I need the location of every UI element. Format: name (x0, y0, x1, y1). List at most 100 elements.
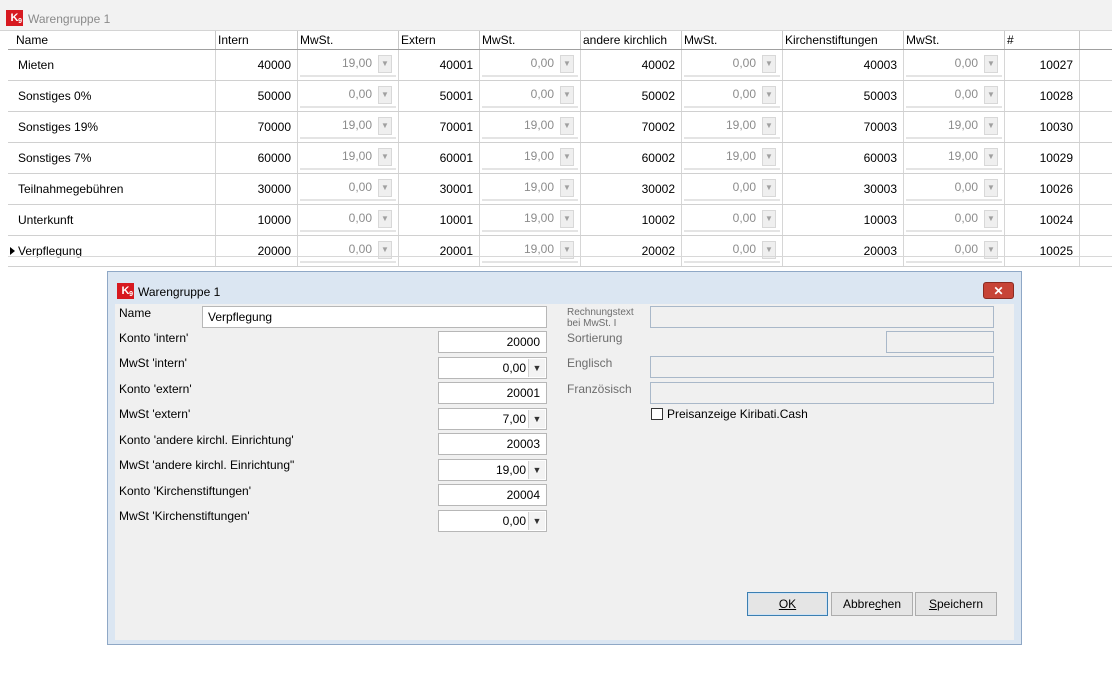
franzoesisch-input[interactable] (650, 382, 994, 404)
cell-mwst-kirchen[interactable]: 19,00 ▼ (904, 112, 1005, 142)
chevron-down-icon[interactable]: ▼ (528, 410, 545, 428)
mwst-intern-select[interactable]: 0,00 ▼ (438, 357, 547, 379)
sortierung-input[interactable] (886, 331, 994, 353)
rechnungstext-input[interactable] (650, 306, 994, 328)
cell-konto-kirchen[interactable]: 60003 (783, 143, 904, 173)
cell-konto-intern[interactable]: 30000 (216, 174, 298, 204)
preisanzeige-checkbox[interactable] (651, 408, 663, 420)
cell-mwst-andere[interactable]: 0,00 ▼ (682, 81, 783, 111)
cell-id[interactable]: 10024 (1005, 205, 1080, 235)
cell-konto-extern[interactable]: 40001 (399, 50, 480, 80)
mwst-combo[interactable]: 0,00 ▼ (684, 83, 780, 105)
cell-mwst-extern[interactable]: 0,00 ▼ (480, 50, 581, 80)
cell-mwst-kirchen[interactable]: 0,00 ▼ (904, 50, 1005, 80)
chevron-down-icon[interactable]: ▼ (528, 461, 545, 479)
mwst-combo[interactable]: 19,00 ▼ (684, 145, 780, 167)
cell-konto-extern[interactable]: 50001 (399, 81, 480, 111)
chevron-down-icon[interactable]: ▼ (378, 117, 392, 135)
col-header-id[interactable]: # (1005, 31, 1080, 49)
mwst-combo[interactable]: 19,00 ▼ (482, 176, 578, 198)
chevron-down-icon[interactable]: ▼ (984, 210, 998, 228)
chevron-down-icon[interactable]: ▼ (528, 512, 545, 530)
englisch-input[interactable] (650, 356, 994, 378)
mwst-combo[interactable]: 0,00 ▼ (906, 83, 1002, 105)
mwst-combo[interactable]: 0,00 ▼ (906, 207, 1002, 229)
cell-konto-andere[interactable]: 60002 (581, 143, 682, 173)
mwst-combo[interactable]: 0,00 ▼ (684, 176, 780, 198)
cell-mwst-extern[interactable]: 19,00 ▼ (480, 143, 581, 173)
cell-id[interactable]: 10029 (1005, 143, 1080, 173)
table-row[interactable]: Unterkunft 10000 0,00 ▼ 10001 19,00 ▼ 10002 0,00… (8, 205, 1112, 236)
konto-andere-input[interactable]: 20003 (438, 433, 547, 455)
table-row[interactable]: Sonstiges 0% 50000 0,00 ▼ 50001 0,00 ▼ 50002 0,0… (8, 81, 1112, 112)
cell-mwst-intern[interactable]: 19,00 ▼ (298, 112, 399, 142)
chevron-down-icon[interactable]: ▼ (560, 55, 574, 73)
mwst-combo[interactable]: 0,00 ▼ (300, 176, 396, 198)
cell-mwst-intern[interactable]: 19,00 ▼ (298, 143, 399, 173)
col-header-mwst-intern[interactable]: MwSt. (298, 31, 399, 49)
cell-mwst-andere[interactable]: 19,00 ▼ (682, 143, 783, 173)
cell-mwst-extern[interactable]: 19,00 ▼ (480, 205, 581, 235)
chevron-down-icon[interactable]: ▼ (762, 148, 776, 166)
mwst-extern-select[interactable]: 7,00 ▼ (438, 408, 547, 430)
cell-id[interactable]: 10027 (1005, 50, 1080, 80)
chevron-down-icon[interactable]: ▼ (984, 86, 998, 104)
col-header-kirchen[interactable]: Kirchenstiftungen (783, 31, 904, 49)
cell-konto-kirchen[interactable]: 40003 (783, 50, 904, 80)
chevron-down-icon[interactable]: ▼ (560, 179, 574, 197)
cell-mwst-intern[interactable]: 0,00 ▼ (298, 174, 399, 204)
konto-kirchen-input[interactable]: 20004 (438, 484, 547, 506)
chevron-down-icon[interactable]: ▼ (762, 210, 776, 228)
mwst-combo[interactable]: 19,00 ▼ (906, 145, 1002, 167)
cell-konto-andere[interactable]: 50002 (581, 81, 682, 111)
cell-mwst-extern[interactable]: 19,00 ▼ (480, 174, 581, 204)
mwst-combo[interactable]: 0,00 ▼ (906, 52, 1002, 74)
cell-mwst-extern[interactable]: 19,00 ▼ (480, 112, 581, 142)
cell-konto-andere[interactable]: 70002 (581, 112, 682, 142)
mwst-combo[interactable]: 0,00 ▼ (684, 52, 780, 74)
cell-konto-intern[interactable]: 10000 (216, 205, 298, 235)
mwst-combo[interactable]: 19,00 ▼ (684, 114, 780, 136)
mwst-combo[interactable]: 19,00 ▼ (300, 145, 396, 167)
mwst-combo[interactable]: 0,00 ▼ (482, 83, 578, 105)
cell-mwst-kirchen[interactable]: 19,00 ▼ (904, 143, 1005, 173)
mwst-combo[interactable]: 19,00 ▼ (482, 145, 578, 167)
col-header-mwst-andere[interactable]: MwSt. (682, 31, 783, 49)
cell-mwst-kirchen[interactable]: 0,00 ▼ (904, 205, 1005, 235)
cell-konto-intern[interactable]: 40000 (216, 50, 298, 80)
cell-konto-kirchen[interactable]: 10003 (783, 205, 904, 235)
chevron-down-icon[interactable]: ▼ (528, 359, 545, 377)
cell-konto-extern[interactable]: 70001 (399, 112, 480, 142)
table-row[interactable]: Mieten 40000 19,00 ▼ 40001 0,00 ▼ 40002 0,00 ▼ 400… (8, 50, 1112, 81)
cell-name[interactable]: Sonstiges 0% (8, 81, 216, 111)
chevron-down-icon[interactable]: ▼ (560, 117, 574, 135)
chevron-down-icon[interactable]: ▼ (762, 86, 776, 104)
chevron-down-icon[interactable]: ▼ (762, 55, 776, 73)
cell-konto-kirchen[interactable]: 30003 (783, 174, 904, 204)
cell-konto-intern[interactable]: 70000 (216, 112, 298, 142)
mwst-combo[interactable]: 19,00 ▼ (482, 207, 578, 229)
table-row[interactable]: Sonstiges 7% 60000 19,00 ▼ 60001 19,00 ▼ 60002 1… (8, 143, 1112, 174)
mwst-combo[interactable]: 19,00 ▼ (300, 52, 396, 74)
cell-mwst-kirchen[interactable]: 0,00 ▼ (904, 81, 1005, 111)
col-header-mwst-extern[interactable]: MwSt. (480, 31, 581, 49)
chevron-down-icon[interactable]: ▼ (984, 148, 998, 166)
cell-konto-extern[interactable]: 10001 (399, 205, 480, 235)
cell-konto-intern[interactable]: 60000 (216, 143, 298, 173)
cell-konto-andere[interactable]: 10002 (581, 205, 682, 235)
cell-mwst-intern[interactable]: 0,00 ▼ (298, 81, 399, 111)
cell-mwst-andere[interactable]: 0,00 ▼ (682, 205, 783, 235)
cell-id[interactable]: 10026 (1005, 174, 1080, 204)
chevron-down-icon[interactable]: ▼ (378, 148, 392, 166)
col-header-extern[interactable]: Extern (399, 31, 480, 49)
konto-intern-input[interactable]: 20000 (438, 331, 547, 353)
chevron-down-icon[interactable]: ▼ (984, 55, 998, 73)
mwst-combo[interactable]: 0,00 ▼ (300, 207, 396, 229)
close-button[interactable]: ✕ (983, 282, 1014, 299)
chevron-down-icon[interactable]: ▼ (378, 179, 392, 197)
table-row[interactable]: Sonstiges 19% 70000 19,00 ▼ 70001 19,00 ▼ 70002… (8, 112, 1112, 143)
mwst-combo[interactable]: 0,00 ▼ (482, 52, 578, 74)
cell-konto-kirchen[interactable]: 50003 (783, 81, 904, 111)
chevron-down-icon[interactable]: ▼ (378, 210, 392, 228)
chevron-down-icon[interactable]: ▼ (762, 179, 776, 197)
